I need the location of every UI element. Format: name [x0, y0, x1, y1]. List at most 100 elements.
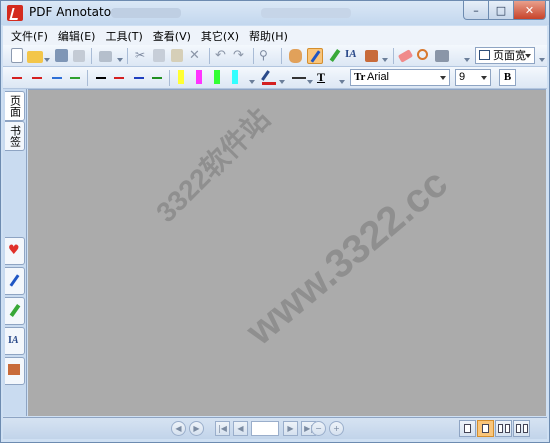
pen-color-blue-icon[interactable]: [131, 70, 147, 86]
tool-tab-marker[interactable]: [5, 297, 25, 325]
copy-icon[interactable]: [153, 49, 165, 62]
line-style-green-icon[interactable]: [67, 70, 83, 86]
toolbar-overflow-icon[interactable]: [464, 58, 470, 62]
view-single-page-icon[interactable]: [459, 420, 476, 437]
pen-color-red-icon[interactable]: [111, 70, 127, 86]
tab-pages[interactable]: 页面: [5, 91, 25, 121]
highlight-cyan-icon[interactable]: [229, 69, 241, 86]
history-back-icon[interactable]: ◀: [171, 421, 186, 436]
truetype-font-icon: Tr: [354, 71, 366, 83]
stamp-tool-icon[interactable]: [365, 50, 378, 62]
toolbar-separator: [127, 48, 128, 64]
toolbar-separator: [393, 48, 394, 64]
line-width-dropdown-icon[interactable]: [307, 80, 313, 84]
line-width-icon[interactable]: [291, 70, 307, 86]
print-dropdown-icon[interactable]: [117, 58, 123, 62]
line-style-blue-icon[interactable]: [49, 70, 65, 86]
toolbar-separator: [169, 70, 170, 86]
undo-icon[interactable]: ↶: [215, 48, 231, 64]
tool-tab-pen[interactable]: [5, 267, 25, 295]
view-facing-icon[interactable]: [495, 420, 512, 437]
menu-file[interactable]: 文件(F): [11, 28, 48, 44]
toolbar-separator: [87, 70, 88, 86]
stamp-dropdown-icon[interactable]: [382, 58, 388, 62]
tool-tab-text[interactable]: IA: [5, 327, 25, 355]
lasso-icon[interactable]: [417, 49, 428, 60]
highlight-yellow-icon[interactable]: [175, 69, 187, 86]
menu-tools[interactable]: 工具(T): [105, 28, 142, 44]
highlight-magenta-icon[interactable]: [193, 69, 205, 86]
document-area[interactable]: 3322软件站 www.3322.cc: [28, 89, 546, 416]
page-number-input[interactable]: [251, 421, 279, 436]
font-size-value: 9: [459, 71, 466, 83]
side-panel: 页面 书签 ♥ IA: [3, 89, 27, 416]
pen-color-green-icon[interactable]: [149, 70, 165, 86]
next-page-icon[interactable]: ▶: [283, 421, 298, 436]
text-color-icon[interactable]: [261, 70, 277, 86]
menu-view[interactable]: 查看(V): [153, 28, 191, 44]
status-bar: ◀ ▶ |◀ ◀ ▶ ▶| − +: [3, 417, 547, 439]
line-style-red-icon[interactable]: [29, 70, 45, 86]
watermark-url: www.3322.cc: [238, 160, 456, 354]
previous-page-icon[interactable]: ◀: [233, 421, 248, 436]
marker-tool-icon[interactable]: [327, 48, 343, 64]
line-style-red-icon[interactable]: [9, 70, 25, 86]
watermark-text: 3322软件站: [150, 102, 276, 229]
format-toolbar: T Tr Arial 9 B: [3, 67, 547, 89]
heart-icon: ♥: [8, 243, 20, 258]
menu-edit[interactable]: 编辑(E): [58, 28, 96, 44]
redo-icon[interactable]: ↷: [233, 48, 249, 64]
cut-icon[interactable]: ✂: [135, 48, 151, 64]
paste-icon[interactable]: [171, 49, 183, 62]
toolbar-separator: [281, 48, 282, 64]
snapshot-icon[interactable]: [435, 50, 449, 62]
toolbar-overflow-icon[interactable]: [539, 58, 545, 62]
save-all-icon[interactable]: [73, 50, 85, 62]
maximize-button[interactable]: □: [488, 1, 514, 20]
menu-other[interactable]: 其它(X): [201, 28, 239, 44]
zoom-out-icon[interactable]: −: [311, 421, 326, 436]
blurred-title-area: [261, 8, 351, 18]
view-continuous-icon[interactable]: [477, 420, 494, 437]
title-bar: PDF Annotator – □ ✕: [1, 1, 549, 25]
hand-tool-icon[interactable]: [289, 49, 302, 63]
tab-bookmarks[interactable]: 书签: [5, 121, 25, 151]
history-forward-icon[interactable]: ▶: [189, 421, 204, 436]
text-style-icon[interactable]: T: [317, 70, 333, 86]
text-color-dropdown-icon[interactable]: [279, 80, 285, 84]
new-document-icon[interactable]: [11, 48, 23, 63]
highlight-green-icon[interactable]: [211, 69, 223, 86]
minimize-button[interactable]: –: [463, 1, 489, 20]
toolbar-separator: [209, 48, 210, 64]
page-width-icon: [479, 50, 490, 60]
delete-icon[interactable]: ✕: [189, 48, 205, 64]
toolbar-overflow-icon[interactable]: [249, 80, 255, 84]
bold-button[interactable]: B: [499, 69, 516, 86]
text-tool-icon[interactable]: IA: [345, 48, 361, 64]
font-family-select[interactable]: Tr Arial: [350, 69, 450, 86]
blurred-filename: [111, 8, 181, 18]
window-title: PDF Annotator: [29, 5, 116, 19]
save-icon[interactable]: [55, 49, 68, 62]
pen-tool-icon[interactable]: [307, 48, 323, 64]
search-icon[interactable]: ⚲: [259, 48, 275, 64]
print-icon[interactable]: [99, 51, 112, 62]
toolbar-separator: [253, 48, 254, 64]
zoom-in-icon[interactable]: +: [329, 421, 344, 436]
text-style-dropdown-icon[interactable]: [339, 80, 345, 84]
toolbar-separator: [91, 48, 92, 64]
tool-tab-favorites[interactable]: ♥: [5, 237, 25, 265]
menu-bar: 文件(F) 编辑(E) 工具(T) 查看(V) 其它(X) 帮助(H): [3, 26, 547, 45]
pen-icon: [8, 274, 21, 287]
tool-tab-stamp[interactable]: [5, 357, 25, 385]
view-continuous-facing-icon[interactable]: [513, 420, 530, 437]
font-size-select[interactable]: 9: [455, 69, 491, 86]
close-button[interactable]: ✕: [513, 1, 546, 20]
eraser-icon[interactable]: [397, 49, 414, 63]
open-dropdown-icon[interactable]: [44, 58, 50, 62]
first-page-icon[interactable]: |◀: [215, 421, 230, 436]
open-folder-icon[interactable]: [27, 51, 43, 63]
pen-color-black-icon[interactable]: [93, 70, 109, 86]
zoom-select[interactable]: 页面宽: [475, 47, 535, 64]
menu-help[interactable]: 帮助(H): [249, 28, 288, 44]
